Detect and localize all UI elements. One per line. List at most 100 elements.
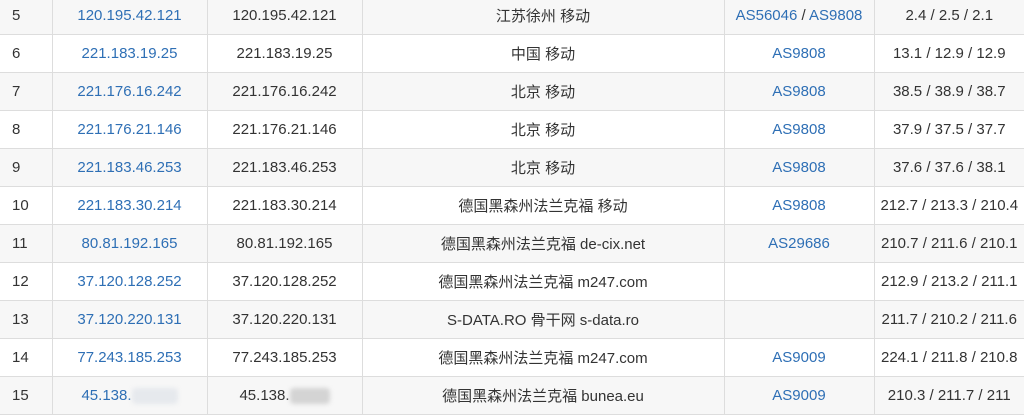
ip-link[interactable]: 37.120.220.131 xyxy=(77,311,181,328)
ip-text: 77.243.185.253 xyxy=(232,349,337,366)
ip-cell: 77.243.185.253 xyxy=(206,338,363,377)
as-link[interactable]: AS9808 xyxy=(772,45,825,62)
as-link[interactable]: AS9009 xyxy=(772,387,825,404)
ip-link[interactable]: 77.243.185.253 xyxy=(77,349,181,366)
latency-cell: 212.7 / 213.3 / 210.4 xyxy=(873,186,1024,225)
as-cell xyxy=(723,262,875,301)
as-cell: AS29686 xyxy=(723,224,875,263)
as-cell: AS9808 xyxy=(723,110,875,149)
as-cell xyxy=(723,300,875,339)
ip-link-cell: 37.120.220.131 xyxy=(51,300,208,339)
location-cell: 北京 移动 xyxy=(361,110,725,149)
ip-link-cell: 45.138. xyxy=(51,376,208,415)
as-cell: AS9808 xyxy=(723,148,875,187)
ip-link[interactable]: 221.183.30.214 xyxy=(77,197,181,214)
ip-link[interactable]: 221.176.16.242 xyxy=(77,83,181,100)
latency-cell: 13.1 / 12.9 / 12.9 xyxy=(873,34,1024,73)
location-cell: 德国黑森州法兰克福 移动 xyxy=(361,186,725,225)
ip-text: 37.120.220.131 xyxy=(232,311,337,328)
ip-link-cell: 221.176.21.146 xyxy=(51,110,208,149)
latency-cell: 37.6 / 37.6 / 38.1 xyxy=(873,148,1024,187)
ip-cell: 221.183.46.253 xyxy=(206,148,363,187)
ip-text: 80.81.192.165 xyxy=(236,235,333,252)
ip-text: 37.120.128.252 xyxy=(232,273,337,290)
hop-number-cell: 10 xyxy=(0,186,53,225)
ip-cell: 120.195.42.121 xyxy=(206,0,363,35)
ip-text: 221.183.46.253 xyxy=(232,159,337,176)
as-link[interactable]: AS9808 xyxy=(772,121,825,138)
latency-cell: 210.7 / 211.6 / 210.1 xyxy=(873,224,1024,263)
as-cell: AS9808 xyxy=(723,72,875,111)
latency-cell: 210.3 / 211.7 / 211 xyxy=(873,376,1024,415)
as-link[interactable]: AS9808 xyxy=(809,7,862,24)
latency-cell: 212.9 / 213.2 / 211.1 xyxy=(873,262,1024,301)
ip-cell: 37.120.220.131 xyxy=(206,300,363,339)
as-link[interactable]: AS9808 xyxy=(772,197,825,214)
hop-number-cell: 7 xyxy=(0,72,53,111)
ip-link-cell: 37.120.128.252 xyxy=(51,262,208,301)
redacted-ip-mask xyxy=(289,388,330,405)
ip-link-cell: 221.183.30.214 xyxy=(51,186,208,225)
as-link[interactable]: AS9009 xyxy=(772,349,825,366)
ip-link[interactable]: 221.183.19.25 xyxy=(82,45,178,62)
ip-cell: 221.183.30.214 xyxy=(206,186,363,225)
ip-link[interactable]: 80.81.192.165 xyxy=(82,235,178,252)
ip-text: 45.138. xyxy=(239,386,290,404)
ip-link-cell: 221.183.19.25 xyxy=(51,34,208,73)
hop-number-cell: 6 xyxy=(0,34,53,73)
latency-cell: 211.7 / 210.2 / 211.6 xyxy=(873,300,1024,339)
table-row: 5 120.195.42.121 120.195.42.121 江苏徐州 移动 AS56… xyxy=(0,0,1024,35)
latency-cell: 37.9 / 37.5 / 37.7 xyxy=(873,110,1024,149)
as-link[interactable]: AS9808 xyxy=(772,83,825,100)
location-cell: 德国黑森州法兰克福 de-cix.net xyxy=(361,224,725,263)
ip-cell: 45.138. xyxy=(206,376,363,415)
ip-link[interactable]: 221.183.46.253 xyxy=(77,159,181,176)
hop-number-cell: 15 xyxy=(0,376,53,415)
hop-number-cell: 11 xyxy=(0,224,53,263)
as-link[interactable]: AS29686 xyxy=(768,235,830,252)
ip-cell: 37.120.128.252 xyxy=(206,262,363,301)
hop-number-cell: 14 xyxy=(0,338,53,377)
hop-number-cell: 9 xyxy=(0,148,53,187)
ip-link-cell: 80.81.192.165 xyxy=(51,224,208,263)
table-row: 8 221.176.21.146 221.176.21.146 北京 移动 AS9808… xyxy=(0,110,1024,149)
location-cell: 德国黑森州法兰克福 m247.com xyxy=(361,262,725,301)
table-row: 12 37.120.128.252 37.120.128.252 德国黑森州法兰克福 … xyxy=(0,262,1024,301)
location-cell: 德国黑森州法兰克福 bunea.eu xyxy=(361,376,725,415)
as-cell: AS9808 xyxy=(723,186,875,225)
ip-link-cell: 120.195.42.121 xyxy=(51,0,208,35)
location-cell: S-DATA.RO 骨干网 s-data.ro xyxy=(361,300,725,339)
ip-link[interactable]: 120.195.42.121 xyxy=(77,7,181,24)
as-cell: AS9009 xyxy=(723,376,875,415)
ip-text: 120.195.42.121 xyxy=(232,7,337,24)
ip-text: 221.176.16.242 xyxy=(232,83,337,100)
as-separator: / xyxy=(797,7,810,24)
ip-text: 221.176.21.146 xyxy=(232,121,337,138)
ip-link[interactable]: 45.138. xyxy=(81,387,131,404)
table-row: 11 80.81.192.165 80.81.192.165 德国黑森州法兰克福 de… xyxy=(0,224,1024,263)
ip-link[interactable]: 221.176.21.146 xyxy=(77,121,181,138)
table-row: 13 37.120.220.131 37.120.220.131 S-DATA.RO … xyxy=(0,300,1024,339)
ip-cell: 221.176.21.146 xyxy=(206,110,363,149)
latency-cell: 38.5 / 38.9 / 38.7 xyxy=(873,72,1024,111)
location-cell: 北京 移动 xyxy=(361,72,725,111)
as-link[interactable]: AS56046 xyxy=(736,7,798,24)
as-link[interactable]: AS9808 xyxy=(772,159,825,176)
location-cell: 江苏徐州 移动 xyxy=(361,0,725,35)
traceroute-table-body: 5 120.195.42.121 120.195.42.121 江苏徐州 移动 AS56… xyxy=(0,0,1024,415)
ip-cell: 221.183.19.25 xyxy=(206,34,363,73)
hop-number-cell: 13 xyxy=(0,300,53,339)
traceroute-table: 5 120.195.42.121 120.195.42.121 江苏徐州 移动 AS56… xyxy=(0,0,1024,415)
latency-cell: 2.4 / 2.5 / 2.1 xyxy=(873,0,1024,35)
table-row: 9 221.183.46.253 221.183.46.253 北京 移动 AS9808… xyxy=(0,148,1024,187)
as-cell: AS9009 xyxy=(723,338,875,377)
as-cell: AS9808 xyxy=(723,34,875,73)
redacted-ip-mask xyxy=(131,388,178,405)
ip-text: 221.183.19.25 xyxy=(236,45,333,62)
location-cell: 德国黑森州法兰克福 m247.com xyxy=(361,338,725,377)
ip-cell: 221.176.16.242 xyxy=(206,72,363,111)
table-row: 10 221.183.30.214 221.183.30.214 德国黑森州法兰克福 … xyxy=(0,186,1024,225)
ip-cell: 80.81.192.165 xyxy=(206,224,363,263)
latency-cell: 224.1 / 211.8 / 210.8 xyxy=(873,338,1024,377)
ip-link[interactable]: 37.120.128.252 xyxy=(77,273,181,290)
